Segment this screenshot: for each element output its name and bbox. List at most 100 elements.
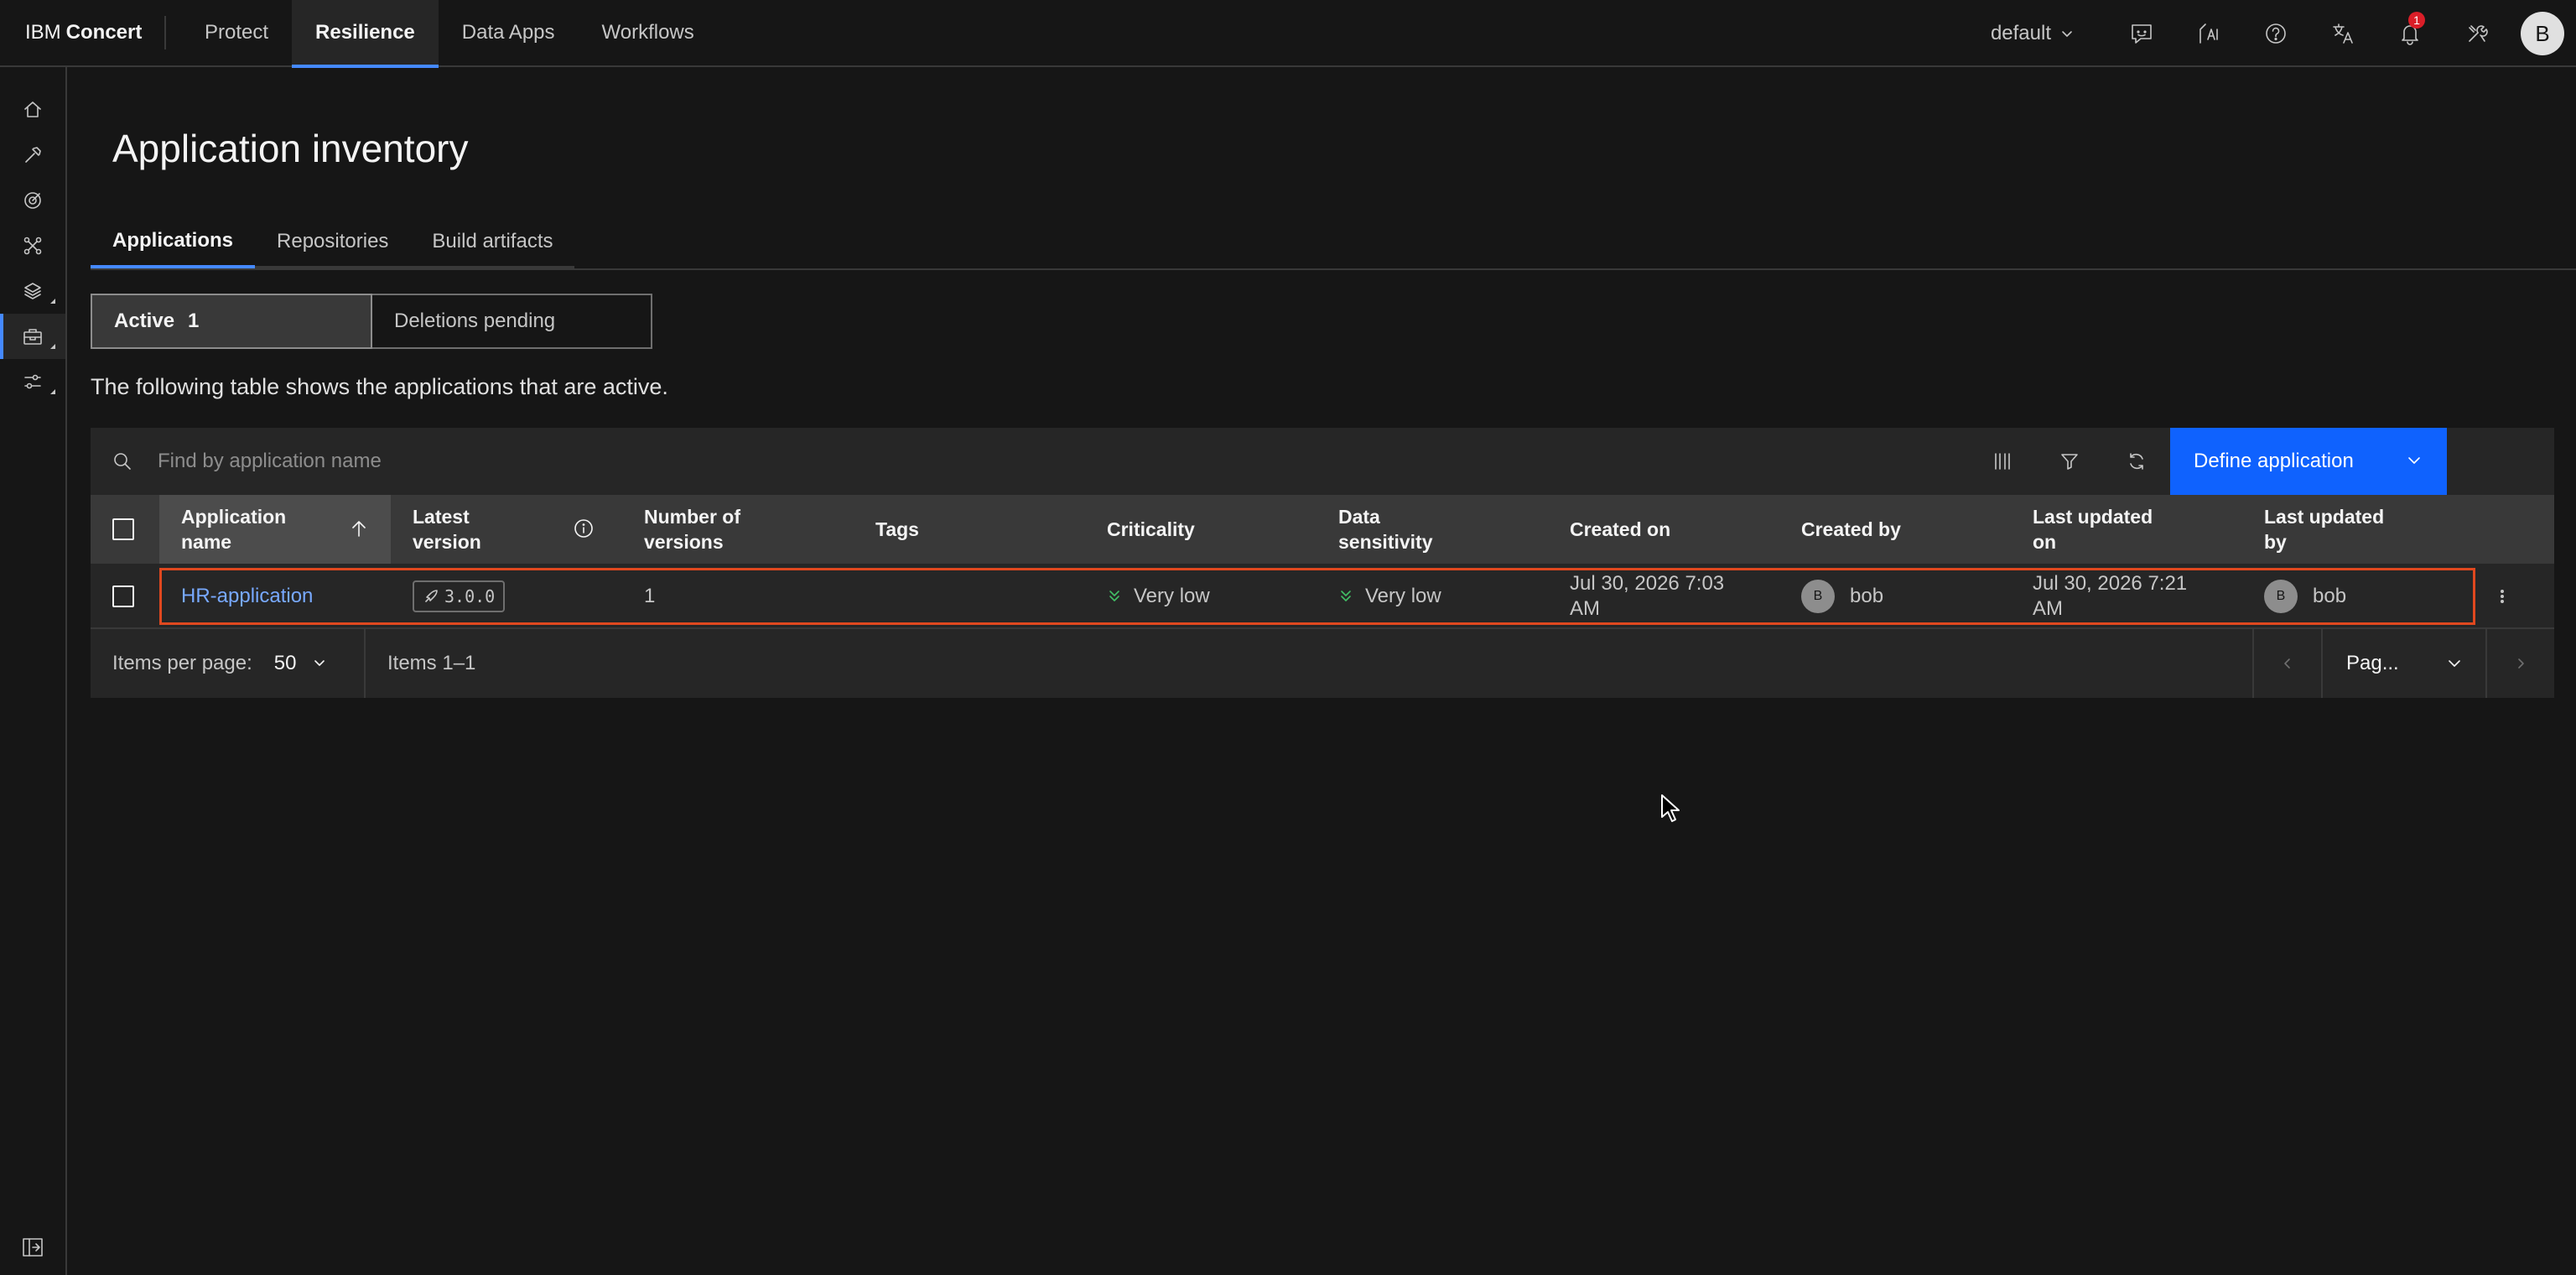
columns-icon[interactable] (1969, 428, 2036, 495)
tab-applications[interactable]: Applications (91, 216, 256, 268)
chevron-down-icon[interactable] (2405, 451, 2423, 470)
header-created-on[interactable]: Created on (1548, 495, 1779, 564)
hammer-icon[interactable] (0, 133, 65, 178)
items-per-page: Items per page: 50 (91, 629, 366, 698)
submenu-indicator (50, 389, 55, 394)
nav-protect[interactable]: Protect (181, 0, 292, 66)
inventory-tabs: Applications Repositories Build artifact… (91, 216, 575, 268)
tab-build-artifacts[interactable]: Build artifacts (410, 216, 575, 268)
tenant-label: default (1990, 22, 2051, 44)
translate-icon[interactable] (2309, 0, 2376, 67)
home-icon[interactable] (0, 87, 65, 133)
double-chevron-down-icon (1338, 588, 1353, 605)
tabs-divider (91, 268, 2576, 270)
header-text: versions (644, 531, 724, 553)
target-icon[interactable] (0, 178, 65, 223)
cell-tags (854, 564, 1085, 629)
header-last-updated-on[interactable]: Last updated on (2011, 495, 2242, 564)
header-criticality[interactable]: Criticality (1085, 495, 1317, 564)
brand-logo[interactable]: IBM Concert (0, 0, 164, 66)
header-data-sensitivity[interactable]: Data sensitivity (1317, 495, 1548, 564)
pagination: Items per page: 50 Items 1–1 Pag... (91, 629, 2554, 698)
submenu-indicator (50, 299, 55, 304)
header-tags[interactable]: Tags (854, 495, 1085, 564)
toolbar-spacer (2447, 428, 2554, 495)
header-latest-version[interactable]: Latest version (391, 495, 622, 564)
page-select-value: Pag... (2346, 652, 2399, 674)
page-select[interactable]: Pag... (2321, 629, 2485, 698)
filter-icon[interactable] (2036, 428, 2103, 495)
help-icon[interactable] (2242, 0, 2309, 67)
tenant-dropdown[interactable]: default (1991, 22, 2075, 45)
nav-resilience[interactable]: Resilience (292, 0, 439, 68)
header-text: on (2033, 531, 2057, 553)
row-checkbox[interactable] (112, 585, 134, 607)
switch-active-count: 1 (188, 310, 200, 332)
search-bar (91, 428, 1969, 495)
rocket-icon (423, 588, 439, 605)
items-per-page-label: Items per page: (112, 652, 252, 674)
chevron-down-icon (2059, 26, 2075, 41)
tools-icon[interactable] (2444, 0, 2511, 67)
header-text: name (181, 531, 232, 553)
top-nav: Protect Resilience Data Apps Workflows (181, 0, 718, 68)
header-text: version (413, 531, 481, 553)
user-avatar[interactable]: B (2521, 12, 2564, 55)
switch-active-label: Active (114, 310, 175, 332)
updated-by-name: bob (2313, 585, 2347, 607)
row-select-cell (91, 564, 159, 629)
header-text: Last updated (2264, 506, 2385, 528)
updated-on-line1: Jul 30, 2026 7:21 (2033, 572, 2188, 595)
overflow-menu-icon[interactable] (2469, 564, 2537, 629)
nav-data-apps[interactable]: Data Apps (439, 0, 579, 66)
define-application-button[interactable]: Define application (2170, 428, 2447, 495)
top-header: IBM Concert Protect Resilience Data Apps… (0, 0, 2576, 68)
cell-data-sensitivity: Very low (1317, 564, 1548, 629)
ai-icon[interactable] (2175, 0, 2242, 67)
next-page-icon[interactable] (2485, 629, 2554, 698)
header-number-of-versions[interactable]: Number of versions (622, 495, 854, 564)
tab-repositories[interactable]: Repositories (255, 216, 411, 268)
header-application-name[interactable]: Application name (159, 495, 391, 564)
notification-badge: 1 (2408, 12, 2425, 29)
switch-deletions-pending[interactable]: Deletions pending (372, 294, 652, 349)
application-link[interactable]: HR-application (181, 584, 313, 609)
items-per-page-select[interactable]: 50 (274, 652, 329, 675)
page-title: Application inventory (112, 127, 469, 170)
cell-created-by: B bob (1779, 564, 2011, 629)
sort-ascending-icon[interactable] (349, 518, 369, 539)
define-application-label: Define application (2194, 450, 2354, 472)
header-last-updated-by[interactable]: Last updated by (2242, 495, 2469, 564)
brand-divider (164, 16, 166, 49)
header-created-by[interactable]: Created by (1779, 495, 2011, 564)
brand-prefix: IBM (25, 21, 61, 44)
feedback-icon[interactable] (2108, 0, 2175, 67)
inventory-icon[interactable] (0, 314, 65, 359)
select-all-checkbox[interactable] (112, 518, 134, 540)
chevron-down-icon (2445, 654, 2464, 673)
double-chevron-down-icon (1107, 588, 1122, 605)
criticality-indicator: Very low (1107, 584, 1210, 609)
items-per-page-value: 50 (273, 652, 297, 674)
cell-number-of-versions: 1 (644, 585, 656, 607)
previous-page-icon[interactable] (2252, 629, 2321, 698)
table-row: HR-application 3.0.0 1 Very low Very low… (91, 564, 2554, 629)
sensitivity-indicator: Very low (1338, 584, 1441, 609)
network-icon[interactable] (0, 223, 65, 268)
settings-sliders-icon[interactable] (0, 359, 65, 404)
info-icon[interactable] (574, 518, 594, 539)
expand-rail-icon[interactable] (0, 1235, 65, 1260)
criticality-text: Very low (1134, 585, 1210, 607)
avatar: B (1801, 580, 1835, 613)
created-on-line2: AM (1570, 597, 1600, 620)
refresh-icon[interactable] (2103, 428, 2170, 495)
sensitivity-text: Very low (1365, 585, 1441, 607)
search-input[interactable] (156, 449, 1162, 474)
layers-icon[interactable] (0, 268, 65, 314)
header-text: sensitivity (1338, 531, 1433, 553)
switch-active[interactable]: Active 1 (91, 294, 372, 349)
updated-on-line2: AM (2033, 597, 2063, 620)
side-rail (0, 67, 67, 1275)
nav-workflows[interactable]: Workflows (579, 0, 718, 66)
notification-icon[interactable]: 1 (2376, 0, 2444, 67)
